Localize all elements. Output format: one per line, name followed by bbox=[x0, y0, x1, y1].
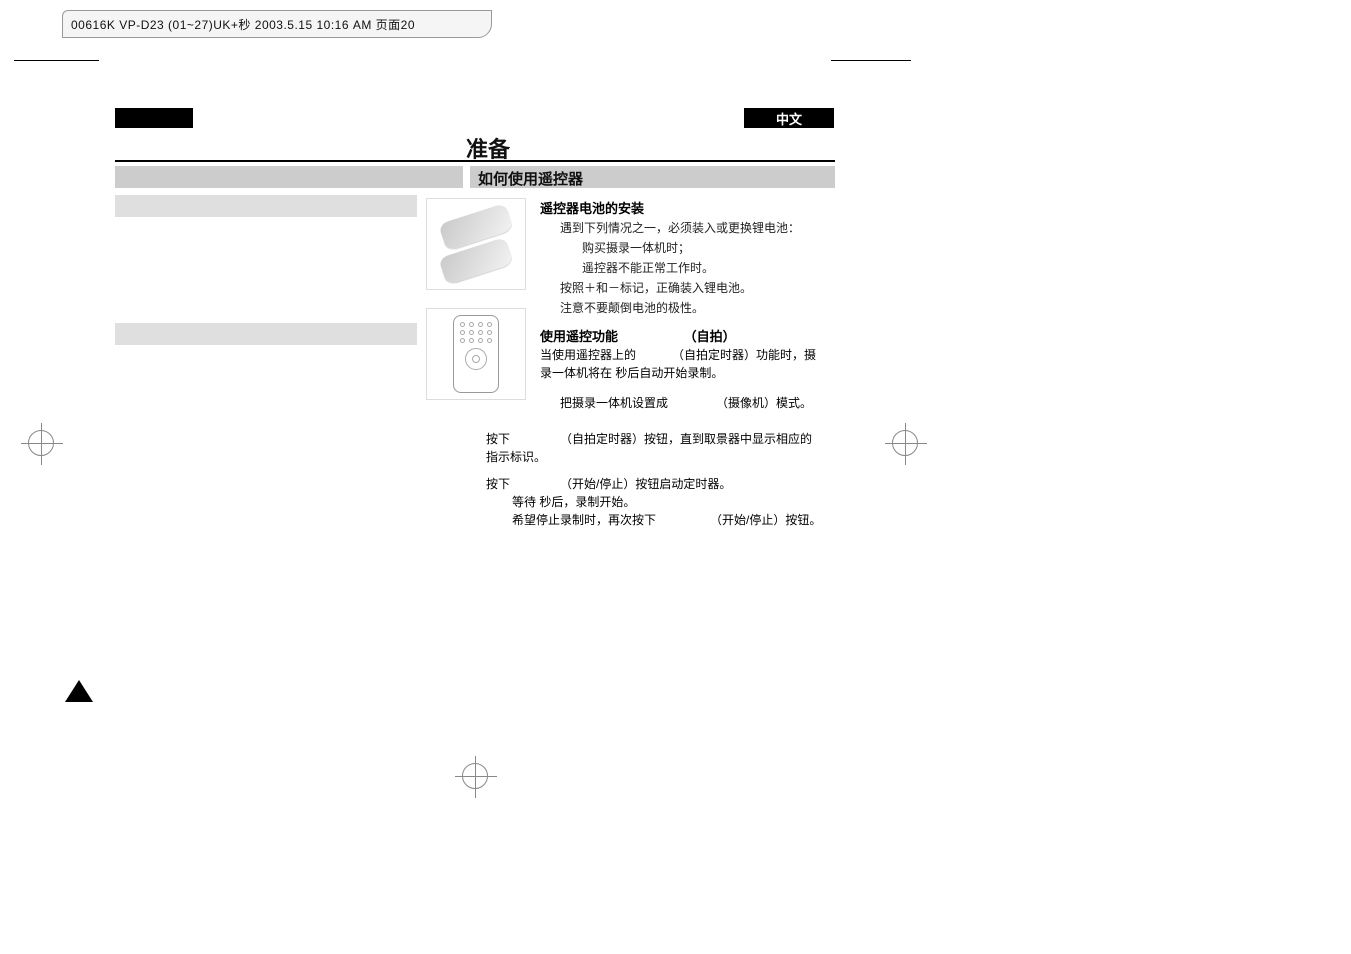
remote-heading-selfie: （自拍） bbox=[684, 326, 736, 345]
remote-control-illustration bbox=[426, 308, 526, 400]
step3-c: 等待 秒后，录制开始。 bbox=[512, 493, 635, 510]
battery-heading: 遥控器电池的安装 bbox=[540, 198, 644, 217]
step3-b: （开始/停止）按钮启动定时器。 bbox=[560, 475, 731, 492]
battery-line2: 按照＋和－标记，正确装入锂电池。 bbox=[560, 278, 850, 298]
subsection-gap bbox=[463, 166, 470, 188]
print-job-header: 00616K VP-D23 (01~27)UK+秒 2003.5.15 10:1… bbox=[62, 10, 492, 38]
step3-a: 按下 bbox=[486, 475, 510, 492]
remote-line1a: 当使用遥控器上的 bbox=[540, 346, 636, 363]
crop-mark-top-left bbox=[14, 60, 99, 61]
subsection-bar bbox=[115, 166, 835, 188]
remote-line1b: （自拍定时器）功能时，摄 bbox=[672, 346, 816, 363]
step2-a: 按下 bbox=[486, 430, 510, 447]
crop-mark-top-right bbox=[831, 60, 911, 61]
battery-line1: 遇到下列情况之一，必须装入或更换锂电池： bbox=[560, 218, 850, 238]
battery-bullet2: 遥控器不能正常工作时。 bbox=[560, 258, 850, 278]
section-rule bbox=[115, 160, 835, 162]
battery-install-illustration bbox=[426, 198, 526, 290]
remote-step1b: （摄像机）模式。 bbox=[716, 394, 812, 411]
step3-d2: （开始/停止）按钮。 bbox=[710, 511, 821, 528]
registration-mark-right bbox=[892, 430, 918, 456]
subsection-title: 如何使用遥控器 bbox=[478, 168, 583, 189]
step2-b: （自拍定时器）按钮，直到取景器中显示相应的 bbox=[560, 430, 812, 447]
remote-heading: 使用遥控功能 （自拍） bbox=[540, 326, 820, 345]
battery-line3: 注意不要颠倒电池的极性。 bbox=[560, 298, 850, 318]
step2-c: 指示标识。 bbox=[486, 448, 546, 465]
left-col-heading-bg-1 bbox=[115, 195, 417, 217]
registration-mark-left bbox=[28, 430, 54, 456]
remote-step1a: 把摄录一体机设置成 bbox=[560, 394, 668, 411]
left-col-heading-bg-2 bbox=[115, 323, 417, 345]
battery-bullet1: 购买摄录一体机时； bbox=[560, 238, 850, 258]
page-marker-triangle bbox=[65, 680, 93, 702]
language-tag: 中文 bbox=[744, 108, 834, 128]
remote-line2: 录一体机将在 秒后自动开始录制。 bbox=[540, 364, 723, 381]
registration-mark-bottom bbox=[462, 763, 488, 789]
left-language-placeholder bbox=[115, 108, 193, 128]
remote-heading-main: 使用遥控功能 bbox=[540, 329, 618, 344]
battery-body: 遇到下列情况之一，必须装入或更换锂电池： 购买摄录一体机时； 遥控器不能正常工作… bbox=[560, 218, 850, 318]
step3-d1: 希望停止录制时，再次按下 bbox=[512, 511, 656, 528]
